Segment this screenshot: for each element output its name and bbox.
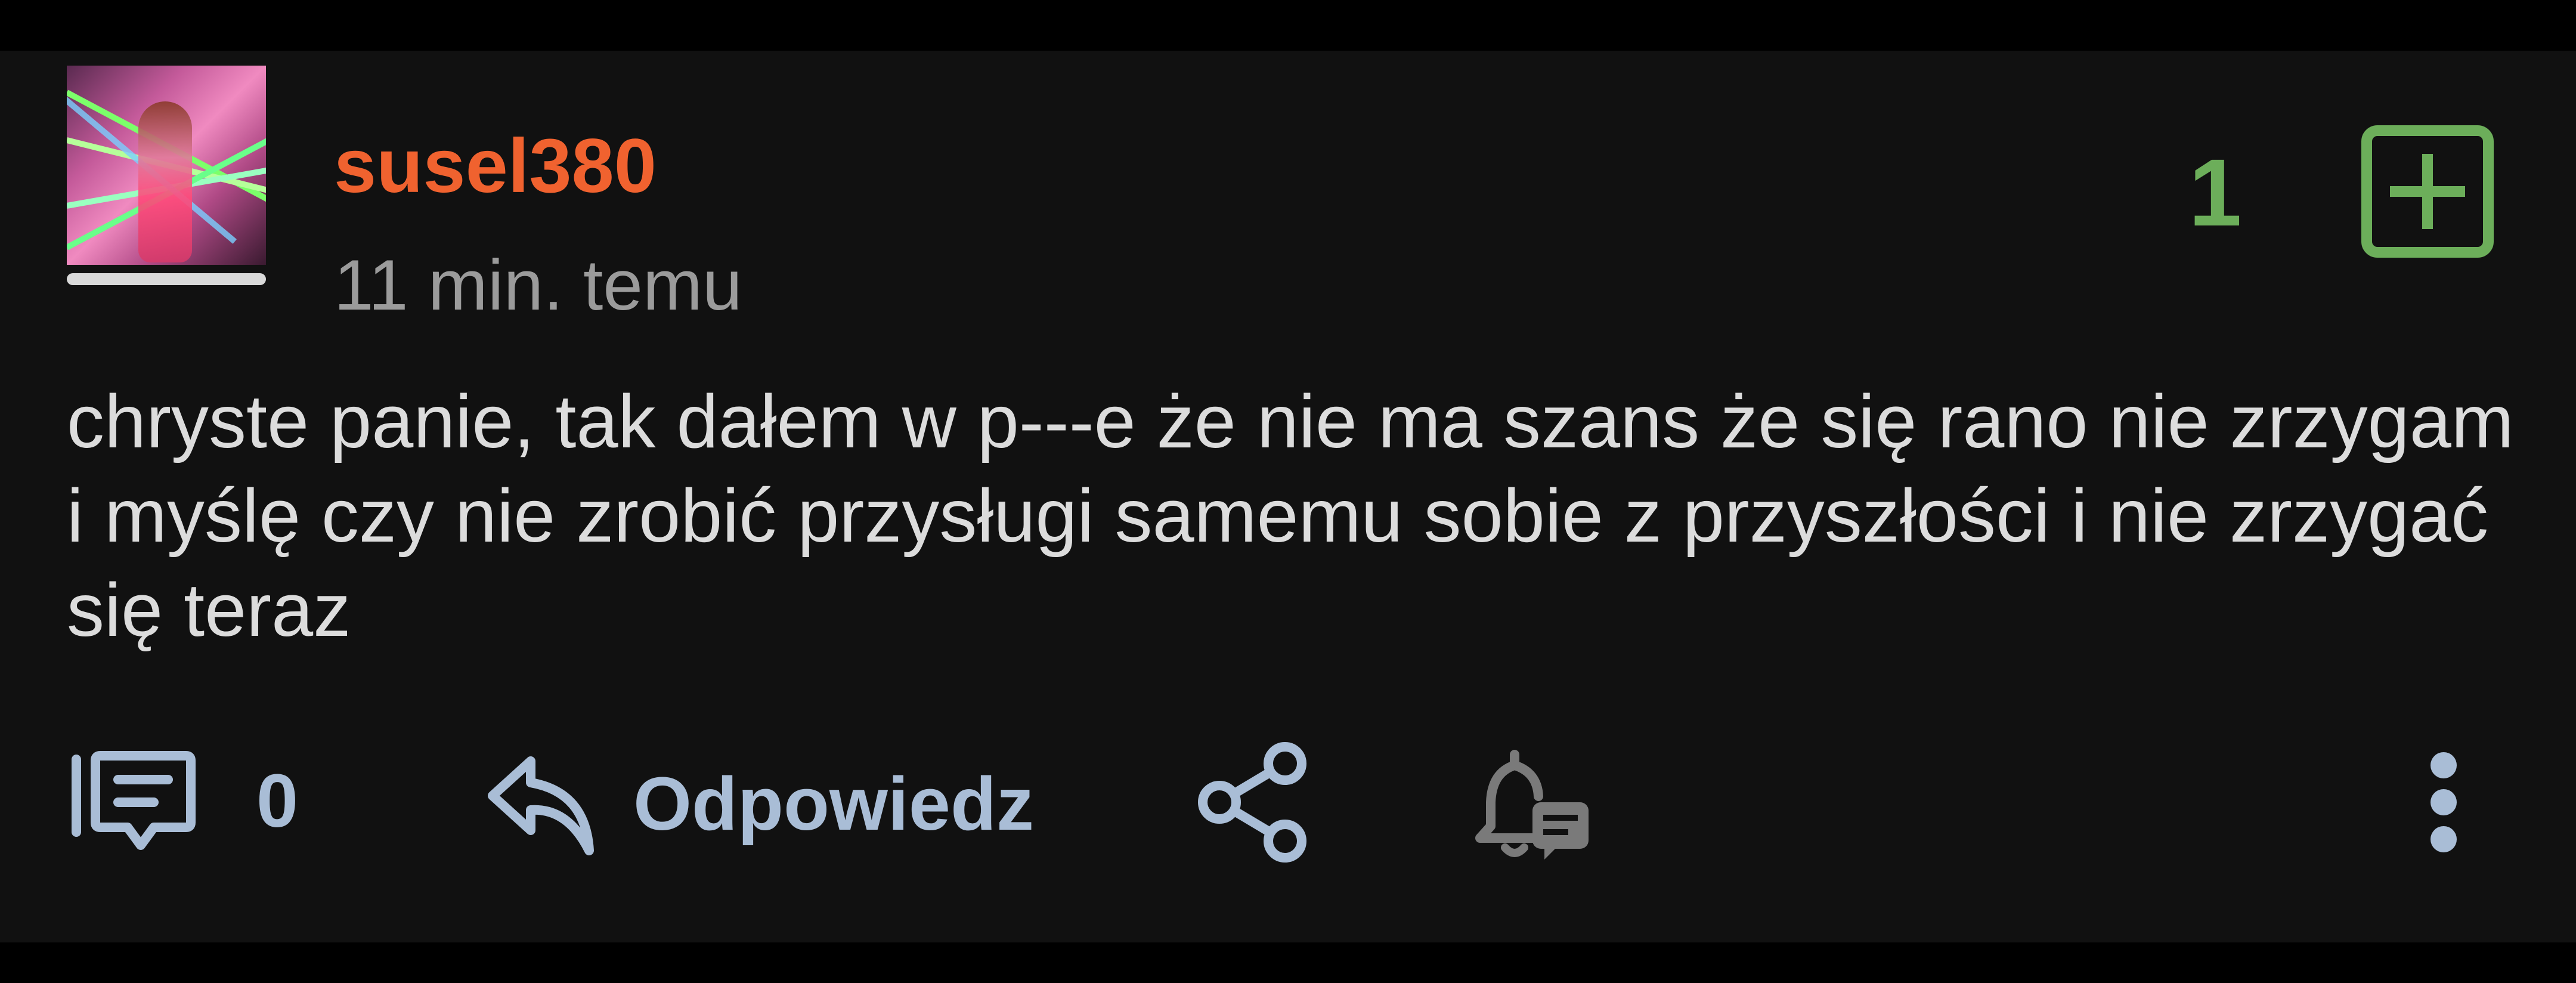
avatar-underline (67, 273, 266, 285)
author-username[interactable]: susel380 (334, 128, 657, 205)
reply-label: Odpowiedz (633, 762, 1034, 846)
post-timestamp: 11 min. temu (334, 245, 742, 325)
bell-comment-icon (1473, 743, 1592, 862)
more-vertical-icon (2426, 749, 2462, 856)
reply-button[interactable]: Odpowiedz (484, 750, 1034, 858)
vote-count: 1 (2188, 139, 2242, 246)
share-button[interactable] (1196, 740, 1309, 865)
comments-button[interactable]: 0 (70, 749, 298, 854)
top-bar (0, 0, 2576, 51)
reply-icon (484, 750, 597, 858)
share-icon (1196, 740, 1309, 865)
plus-square-icon[interactable] (2361, 125, 2494, 258)
more-options-button[interactable] (2426, 749, 2462, 856)
avatar[interactable] (67, 66, 266, 265)
comments-icon (70, 749, 197, 854)
notify-button[interactable] (1473, 743, 1592, 862)
bottom-bar (0, 942, 2576, 983)
comment-body: chryste panie, tak dałem w p---e że nie … (67, 379, 2514, 652)
avatar-figure (138, 101, 192, 262)
comments-count: 0 (256, 759, 299, 843)
